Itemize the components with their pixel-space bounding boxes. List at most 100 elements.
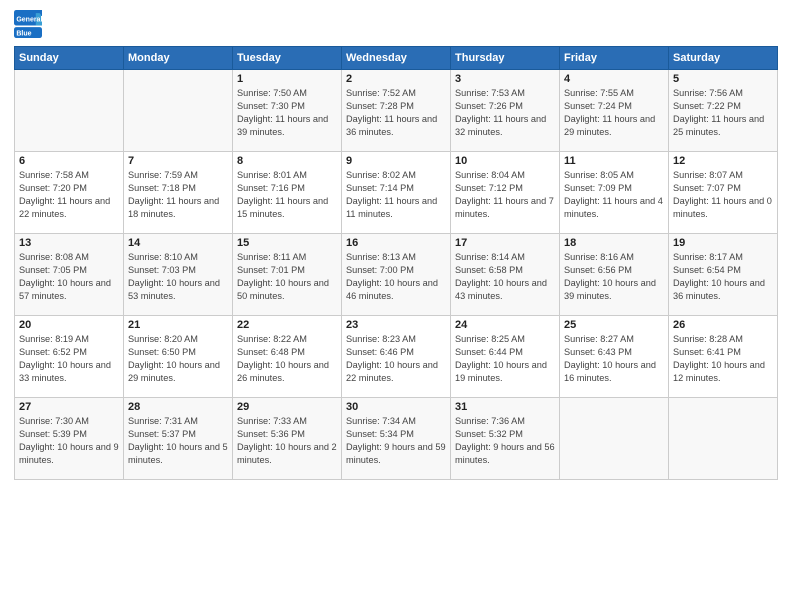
day-number: 20 [19, 319, 119, 331]
cell-content: Sunrise: 8:02 AMSunset: 7:14 PMDaylight:… [346, 169, 446, 221]
calendar-cell [560, 398, 669, 480]
cell-content: Sunrise: 7:33 AMSunset: 5:36 PMDaylight:… [237, 415, 337, 467]
calendar-cell: 17 Sunrise: 8:14 AMSunset: 6:58 PMDayligh… [451, 234, 560, 316]
calendar-cell: 31 Sunrise: 7:36 AMSunset: 5:32 PMDayligh… [451, 398, 560, 480]
calendar-cell: 18 Sunrise: 8:16 AMSunset: 6:56 PMDayligh… [560, 234, 669, 316]
calendar-cell: 27 Sunrise: 7:30 AMSunset: 5:39 PMDayligh… [15, 398, 124, 480]
calendar-cell: 26 Sunrise: 8:28 AMSunset: 6:41 PMDayligh… [669, 316, 778, 398]
calendar-cell: 6Sunrise: 7:58 AMSunset: 7:20 PMDaylight… [15, 152, 124, 234]
calendar-week-row: 27 Sunrise: 7:30 AMSunset: 5:39 PMDayligh… [15, 398, 778, 480]
cell-content: Sunrise: 7:56 AMSunset: 7:22 PMDaylight:… [673, 87, 773, 139]
cell-content: Sunrise: 8:14 AMSunset: 6:58 PMDaylight:… [455, 251, 555, 303]
day-number: 18 [564, 237, 664, 249]
cell-content: Sunrise: 8:23 AMSunset: 6:46 PMDaylight:… [346, 333, 446, 385]
weekday-header-saturday: Saturday [669, 47, 778, 70]
cell-content: Sunrise: 7:31 AMSunset: 5:37 PMDaylight:… [128, 415, 228, 467]
calendar-cell: 3 Sunrise: 7:53 AMSunset: 7:26 PMDaylight… [451, 70, 560, 152]
calendar-week-row: 20 Sunrise: 8:19 AMSunset: 6:52 PMDayligh… [15, 316, 778, 398]
cell-content: Sunrise: 7:53 AMSunset: 7:26 PMDaylight:… [455, 87, 555, 139]
cell-content: Sunrise: 8:20 AMSunset: 6:50 PMDaylight:… [128, 333, 228, 385]
cell-content: Sunrise: 7:34 AMSunset: 5:34 PMDaylight:… [346, 415, 446, 467]
day-number: 29 [237, 401, 337, 413]
cell-content: Sunrise: 8:01 AMSunset: 7:16 PMDaylight:… [237, 169, 337, 221]
cell-content: Sunrise: 7:50 AMSunset: 7:30 PMDaylight:… [237, 87, 337, 139]
svg-text:Blue: Blue [16, 31, 31, 38]
calendar-cell: 23 Sunrise: 8:23 AMSunset: 6:46 PMDayligh… [342, 316, 451, 398]
svg-text:General: General [16, 17, 42, 24]
calendar-cell: 11Sunrise: 8:05 AMSunset: 7:09 PMDayligh… [560, 152, 669, 234]
day-number: 15 [237, 237, 337, 249]
logo: General Blue [14, 10, 42, 38]
cell-content: Sunrise: 8:05 AMSunset: 7:09 PMDaylight:… [564, 169, 664, 221]
calendar-cell: 19 Sunrise: 8:17 AMSunset: 6:54 PMDayligh… [669, 234, 778, 316]
cell-content: Sunrise: 8:28 AMSunset: 6:41 PMDaylight:… [673, 333, 773, 385]
day-number: 23 [346, 319, 446, 331]
day-number: 28 [128, 401, 228, 413]
cell-content: Sunrise: 7:59 AMSunset: 7:18 PMDaylight:… [128, 169, 228, 221]
calendar-cell: 15 Sunrise: 8:11 AMSunset: 7:01 PMDayligh… [233, 234, 342, 316]
cell-content: Sunrise: 7:52 AMSunset: 7:28 PMDaylight:… [346, 87, 446, 139]
calendar-cell: 13Sunrise: 8:08 AMSunset: 7:05 PMDayligh… [15, 234, 124, 316]
logo-icon: General Blue [14, 10, 42, 38]
day-number: 16 [346, 237, 446, 249]
day-number: 21 [128, 319, 228, 331]
weekday-header-thursday: Thursday [451, 47, 560, 70]
calendar-cell: 30 Sunrise: 7:34 AMSunset: 5:34 PMDayligh… [342, 398, 451, 480]
day-number: 22 [237, 319, 337, 331]
day-number: 5 [673, 73, 773, 85]
calendar-cell: 7 Sunrise: 7:59 AMSunset: 7:18 PMDaylight… [124, 152, 233, 234]
calendar-cell: 16 Sunrise: 8:13 AMSunset: 7:00 PMDayligh… [342, 234, 451, 316]
calendar-week-row: 1 Sunrise: 7:50 AMSunset: 7:30 PMDaylight… [15, 70, 778, 152]
cell-content: Sunrise: 8:27 AMSunset: 6:43 PMDaylight:… [564, 333, 664, 385]
calendar-page: General Blue SundayMondayTuesdayWednesda… [0, 0, 792, 612]
day-number: 24 [455, 319, 555, 331]
calendar-cell [15, 70, 124, 152]
weekday-header-wednesday: Wednesday [342, 47, 451, 70]
cell-content: Sunrise: 8:13 AMSunset: 7:00 PMDaylight:… [346, 251, 446, 303]
cell-content: Sunrise: 8:07 AMSunset: 7:07 PMDaylight:… [673, 169, 773, 221]
cell-content: Sunrise: 7:55 AMSunset: 7:24 PMDaylight:… [564, 87, 664, 139]
weekday-header-sunday: Sunday [15, 47, 124, 70]
calendar-cell: 4Sunrise: 7:55 AMSunset: 7:24 PMDaylight… [560, 70, 669, 152]
weekday-header-monday: Monday [124, 47, 233, 70]
day-number: 6 [19, 155, 119, 167]
weekday-header-friday: Friday [560, 47, 669, 70]
calendar-cell: 21 Sunrise: 8:20 AMSunset: 6:50 PMDayligh… [124, 316, 233, 398]
cell-content: Sunrise: 8:04 AMSunset: 7:12 PMDaylight:… [455, 169, 555, 221]
calendar-cell: 28 Sunrise: 7:31 AMSunset: 5:37 PMDayligh… [124, 398, 233, 480]
cell-content: Sunrise: 7:30 AMSunset: 5:39 PMDaylight:… [19, 415, 119, 467]
day-number: 7 [128, 155, 228, 167]
calendar-cell: 5 Sunrise: 7:56 AMSunset: 7:22 PMDaylight… [669, 70, 778, 152]
cell-content: Sunrise: 7:36 AMSunset: 5:32 PMDaylight:… [455, 415, 555, 467]
weekday-header-row: SundayMondayTuesdayWednesdayThursdayFrid… [15, 47, 778, 70]
day-number: 26 [673, 319, 773, 331]
day-number: 10 [455, 155, 555, 167]
cell-content: Sunrise: 8:17 AMSunset: 6:54 PMDaylight:… [673, 251, 773, 303]
day-number: 13 [19, 237, 119, 249]
calendar-cell: 9 Sunrise: 8:02 AMSunset: 7:14 PMDaylight… [342, 152, 451, 234]
day-number: 25 [564, 319, 664, 331]
cell-content: Sunrise: 8:22 AMSunset: 6:48 PMDaylight:… [237, 333, 337, 385]
day-number: 17 [455, 237, 555, 249]
day-number: 1 [237, 73, 337, 85]
day-number: 19 [673, 237, 773, 249]
calendar-cell: 14Sunrise: 8:10 AMSunset: 7:03 PMDayligh… [124, 234, 233, 316]
day-number: 2 [346, 73, 446, 85]
calendar-week-row: 13Sunrise: 8:08 AMSunset: 7:05 PMDayligh… [15, 234, 778, 316]
header: General Blue [14, 10, 778, 38]
calendar-cell: 24Sunrise: 8:25 AMSunset: 6:44 PMDayligh… [451, 316, 560, 398]
day-number: 9 [346, 155, 446, 167]
calendar-cell [124, 70, 233, 152]
day-number: 3 [455, 73, 555, 85]
calendar-cell: 29 Sunrise: 7:33 AMSunset: 5:36 PMDayligh… [233, 398, 342, 480]
day-number: 8 [237, 155, 337, 167]
day-number: 27 [19, 401, 119, 413]
calendar-cell: 1 Sunrise: 7:50 AMSunset: 7:30 PMDaylight… [233, 70, 342, 152]
calendar-cell: 12Sunrise: 8:07 AMSunset: 7:07 PMDayligh… [669, 152, 778, 234]
calendar-cell: 22 Sunrise: 8:22 AMSunset: 6:48 PMDayligh… [233, 316, 342, 398]
cell-content: Sunrise: 8:19 AMSunset: 6:52 PMDaylight:… [19, 333, 119, 385]
cell-content: Sunrise: 8:16 AMSunset: 6:56 PMDaylight:… [564, 251, 664, 303]
cell-content: Sunrise: 8:11 AMSunset: 7:01 PMDaylight:… [237, 251, 337, 303]
day-number: 31 [455, 401, 555, 413]
day-number: 30 [346, 401, 446, 413]
